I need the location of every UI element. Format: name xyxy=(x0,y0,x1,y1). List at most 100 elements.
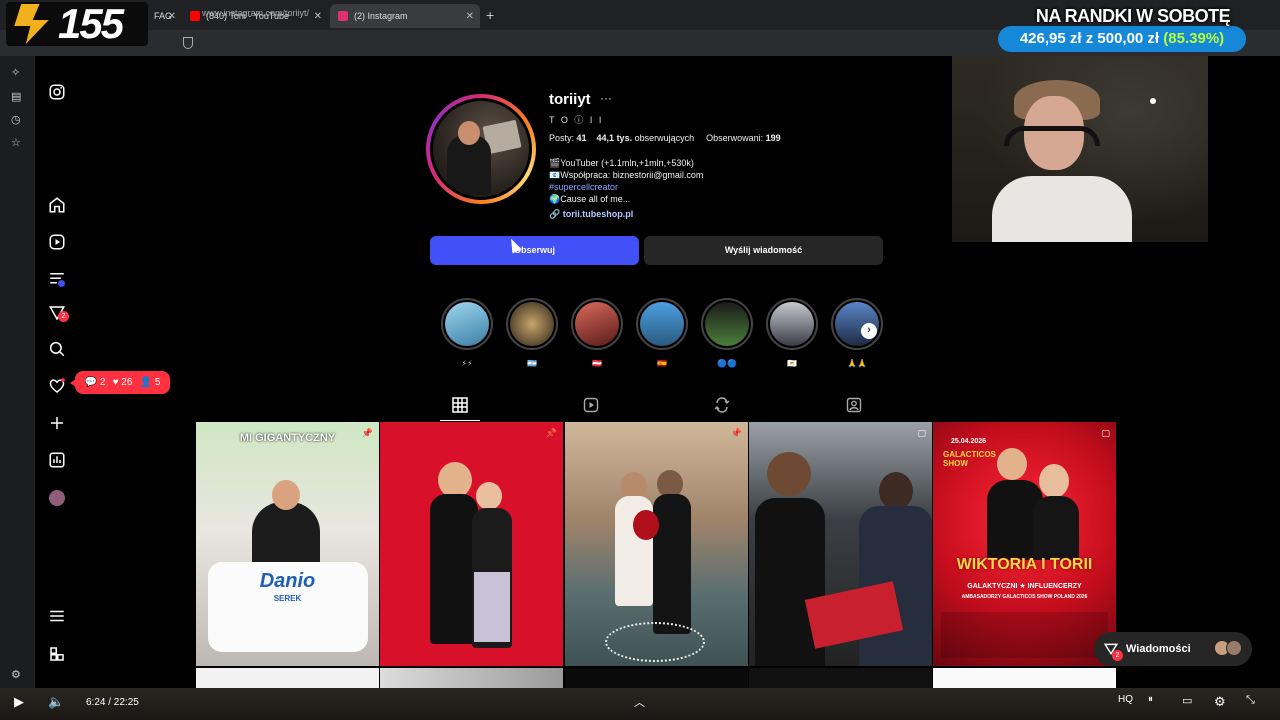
post-thumbnail[interactable]: 📌 xyxy=(565,422,748,666)
reels-tab-icon[interactable] xyxy=(583,397,599,413)
story-highlight[interactable] xyxy=(636,298,688,350)
menu-icon[interactable] xyxy=(48,607,66,625)
followers-stat[interactable]: 44,1 tys. obserwujących xyxy=(597,133,695,143)
close-icon[interactable]: ✕ xyxy=(314,11,322,22)
post-thumbnail[interactable] xyxy=(933,668,1116,688)
highlight-label: 🇦🇹 xyxy=(592,359,602,368)
story-highlight[interactable] xyxy=(506,298,558,350)
fullscreen-icon[interactable]: ⤡ xyxy=(1246,694,1255,707)
pinned-icon: ▢ xyxy=(917,428,926,438)
notification-pill[interactable]: 💬 2 ♥ 26 👤 5 xyxy=(70,371,170,394)
quality-icon[interactable]: HQ xyxy=(1118,694,1133,705)
post-subtitle2: AMBASADORZY GALACTICOS SHOW POLAND 2026 xyxy=(961,594,1088,600)
product-sub: SEREK xyxy=(273,594,302,603)
create-icon[interactable] xyxy=(48,414,66,432)
profile-avatar[interactable] xyxy=(48,489,66,507)
messages-icon[interactable]: 2 xyxy=(48,304,69,322)
divider xyxy=(34,56,35,688)
highlight-label: 🇨🇾 xyxy=(787,359,797,368)
captions-icon[interactable]: ▭ xyxy=(1182,694,1192,707)
clock-icon[interactable]: ◷ xyxy=(11,113,23,126)
volume-icon[interactable]: 🔈 xyxy=(48,694,64,710)
story-highlight[interactable] xyxy=(571,298,623,350)
highlight-label: 🇦🇷 xyxy=(527,359,537,368)
tab-label: (2) Instagram xyxy=(354,11,408,21)
notes-icon[interactable]: ▤ xyxy=(11,90,23,103)
post-thumbnail[interactable] xyxy=(196,668,379,688)
new-tab-button[interactable]: + xyxy=(486,7,494,23)
instagram-logo-icon[interactable] xyxy=(48,83,66,101)
more-apps-icon[interactable] xyxy=(48,645,66,663)
post-thumbnail[interactable]: ▢ 25.04.2026 GALACTICOS SHOW WIKTORIA I … xyxy=(933,422,1116,666)
story-highlight[interactable] xyxy=(701,298,753,350)
play-icon[interactable]: ▶ xyxy=(14,694,24,710)
donation-title: NA RANDKI W SOBOTĘ xyxy=(1035,6,1231,26)
pause-icon[interactable]: ⏸ xyxy=(1148,694,1153,705)
shield-icon xyxy=(183,37,193,49)
instagram-icon xyxy=(338,11,348,21)
url-text[interactable]: www.instagram.com/toriiyt/ xyxy=(202,8,309,18)
post-thumbnail[interactable] xyxy=(565,668,748,688)
message-avatars xyxy=(1214,640,1244,658)
post-subtitle: GALAKTYCZNI ★ INFLUENCERZY xyxy=(967,583,1082,590)
bio-line: 🎬YouTuber (+1.1mln,+1mln,+530k) xyxy=(549,158,694,168)
channel-logo: 155 xyxy=(6,0,148,47)
messages-badge: 2 xyxy=(58,311,69,322)
event-date: 25.04.2026 xyxy=(951,438,987,445)
pinned-icon: 📌 xyxy=(730,428,742,438)
browser-side-panel: ✧ ▤ ◷ ☆ ⚙ xyxy=(0,56,34,688)
playback-time: 6:24 / 22:25 xyxy=(86,697,139,708)
post-thumbnail[interactable] xyxy=(749,668,932,688)
donation-amount: 426,95 zł z 500,00 zł (85.39%) xyxy=(1019,30,1225,47)
pinned-icon: 📌 xyxy=(545,428,557,438)
home-icon[interactable] xyxy=(48,196,66,214)
highlight-label: 🙏🙏 xyxy=(847,359,867,368)
messages-badge: 2 xyxy=(1112,650,1123,661)
posts-stat: Posty: 41 xyxy=(549,133,587,143)
search-icon[interactable] xyxy=(48,340,66,358)
chevron-up-icon[interactable]: ︿ xyxy=(634,694,645,710)
settings-icon[interactable]: ⚙ xyxy=(11,668,23,681)
full-name: T O ⓘ I I xyxy=(549,115,604,125)
posts-grid-tab-icon[interactable] xyxy=(452,397,468,413)
post-thumbnail[interactable]: ▢ xyxy=(749,422,932,666)
close-icon[interactable]: ✕ xyxy=(168,11,176,22)
filter-badge xyxy=(58,280,65,287)
bio-hashtag[interactable]: #supercellcreator xyxy=(549,182,618,192)
tagged-tab-icon[interactable] xyxy=(846,397,862,413)
sparkle-icon[interactable]: ✧ xyxy=(11,66,23,79)
message-button[interactable]: Wyślij wiadomość xyxy=(644,236,883,265)
profile-stats: Posty: 41 44,1 tys. obserwujących Obserw… xyxy=(549,133,781,143)
story-highlight[interactable] xyxy=(831,298,883,350)
star-icon[interactable]: ☆ xyxy=(11,136,23,149)
channel-number: 155 xyxy=(58,0,124,47)
post-thumbnail[interactable]: 📌 MI GIGANTYCZNY Danio SEREK xyxy=(196,422,379,666)
settings-icon[interactable]: ⚙ xyxy=(1214,694,1226,710)
bio-link[interactable]: 🔗 torii.tubeshop.pl xyxy=(549,209,633,220)
profile-picture[interactable] xyxy=(430,98,532,200)
post-thumbnail[interactable] xyxy=(380,668,563,688)
highlights-next-button[interactable]: › xyxy=(861,323,877,339)
youtube-icon xyxy=(190,11,200,21)
story-highlight[interactable] xyxy=(766,298,818,350)
event-name: GALACTICOS SHOW xyxy=(943,450,996,468)
reels-icon[interactable] xyxy=(48,233,66,251)
close-icon[interactable]: ✕ xyxy=(466,11,474,22)
post-thumbnail[interactable]: 📌 xyxy=(380,422,563,666)
tab-instagram[interactable]: (2) Instagram ✕ xyxy=(330,4,480,28)
product-name: Danio xyxy=(259,570,316,592)
feed-filter-icon[interactable] xyxy=(48,270,66,288)
highlight-label: ⚡⚡ xyxy=(461,359,473,368)
webcam-overlay xyxy=(952,56,1208,242)
active-tab-indicator xyxy=(440,420,480,421)
reposts-tab-icon[interactable] xyxy=(714,397,730,413)
like-count: ♥ 26 xyxy=(112,377,133,388)
following-stat[interactable]: Obserwowani: 199 xyxy=(706,133,781,143)
more-options-icon[interactable]: ··· xyxy=(600,91,612,105)
post-caption: WIKTORIA I TORII xyxy=(956,556,1093,573)
dashboard-icon[interactable] xyxy=(48,451,66,469)
heart-icon[interactable] xyxy=(48,377,66,395)
follow-button[interactable]: Obserwuj xyxy=(430,236,639,265)
story-highlight[interactable] xyxy=(441,298,493,350)
bio-line: 📧Współpraca: biznestorii@gmail.com xyxy=(549,170,704,180)
